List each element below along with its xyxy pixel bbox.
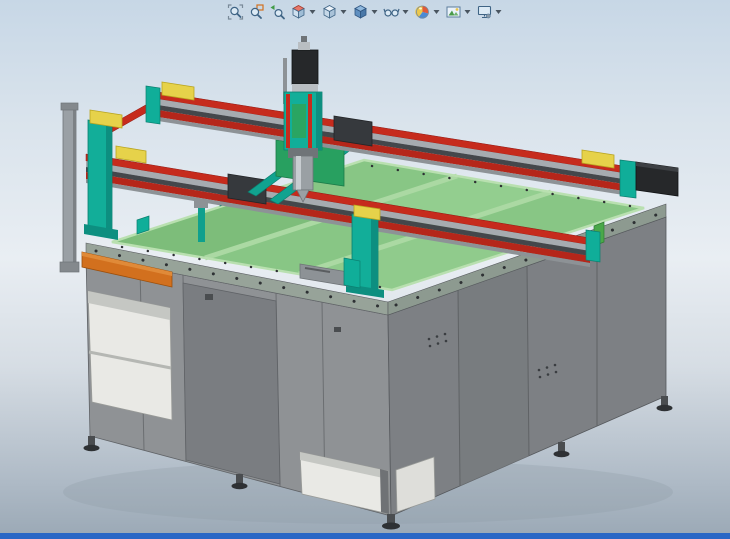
z-rail-right: [308, 94, 312, 148]
dropdown-arrow-icon[interactable]: [372, 10, 378, 14]
hud-item-view-orientation: [320, 2, 350, 22]
cad-window: [0, 0, 730, 539]
hud-item-zoom-to-area: [247, 2, 267, 22]
z-motor[interactable]: [292, 50, 318, 84]
left-open-compartment: [88, 291, 172, 420]
view-orientation-button[interactable]: [320, 2, 340, 22]
apply-scene-button[interactable]: [444, 2, 464, 22]
magnifier-back-icon: [270, 4, 286, 20]
front-rail-right-cap: [586, 230, 600, 262]
hud-item-zoom-to-fit: [226, 2, 246, 22]
hud-item-hide-show-items: [382, 2, 412, 22]
monitor-icon: [477, 4, 493, 20]
rear-rail-red-top: [158, 92, 636, 175]
view-settings-button[interactable]: [475, 2, 495, 22]
zoom-to-fit-button[interactable]: [226, 2, 246, 22]
rear-rail-left-cap: [146, 86, 160, 124]
previous-view-button[interactable]: [268, 2, 288, 22]
view-cube-icon: [322, 4, 338, 20]
door-latch: [205, 294, 213, 300]
shaded-cube-icon: [353, 4, 369, 20]
display-style-button[interactable]: [351, 2, 371, 22]
3d-viewport[interactable]: [0, 0, 730, 533]
magnifier-area-icon: [249, 4, 265, 20]
hud-item-section-view: [289, 2, 319, 22]
hud-item-apply-scene: [444, 2, 474, 22]
magnifier-icon: [228, 4, 244, 20]
hud-item-view-settings: [475, 2, 505, 22]
color-sphere-icon: [415, 4, 431, 20]
left-post[interactable]: [60, 103, 79, 272]
dropdown-arrow-icon[interactable]: [465, 10, 471, 14]
right-face-mid-panel: [458, 266, 529, 486]
zoom-to-area-button[interactable]: [247, 2, 267, 22]
heads-up-toolbar: [226, 2, 505, 22]
z-rail-left: [286, 94, 290, 148]
hud-item-display-style: [351, 2, 381, 22]
section-cube-icon: [291, 4, 307, 20]
hide-show-items-button[interactable]: [382, 2, 402, 22]
glasses-icon: [384, 4, 400, 20]
scene-photo-icon: [446, 4, 462, 20]
dropdown-arrow-icon[interactable]: [341, 10, 347, 14]
hud-item-edit-appearance: [413, 2, 443, 22]
cabinet-door-panel[interactable]: [183, 283, 280, 484]
window-bottom-edge: [0, 533, 730, 539]
panel-latch: [334, 327, 341, 332]
dropdown-arrow-icon[interactable]: [496, 10, 502, 14]
machine-model[interactable]: [0, 0, 730, 539]
rear-rail-right-cap: [620, 160, 636, 198]
section-view-button[interactable]: [289, 2, 309, 22]
dropdown-arrow-icon[interactable]: [310, 10, 316, 14]
edit-appearance-button[interactable]: [413, 2, 433, 22]
dropdown-arrow-icon[interactable]: [403, 10, 409, 14]
tool-stand: [198, 206, 205, 242]
hud-item-previous-view: [268, 2, 288, 22]
dropdown-arrow-icon[interactable]: [434, 10, 440, 14]
